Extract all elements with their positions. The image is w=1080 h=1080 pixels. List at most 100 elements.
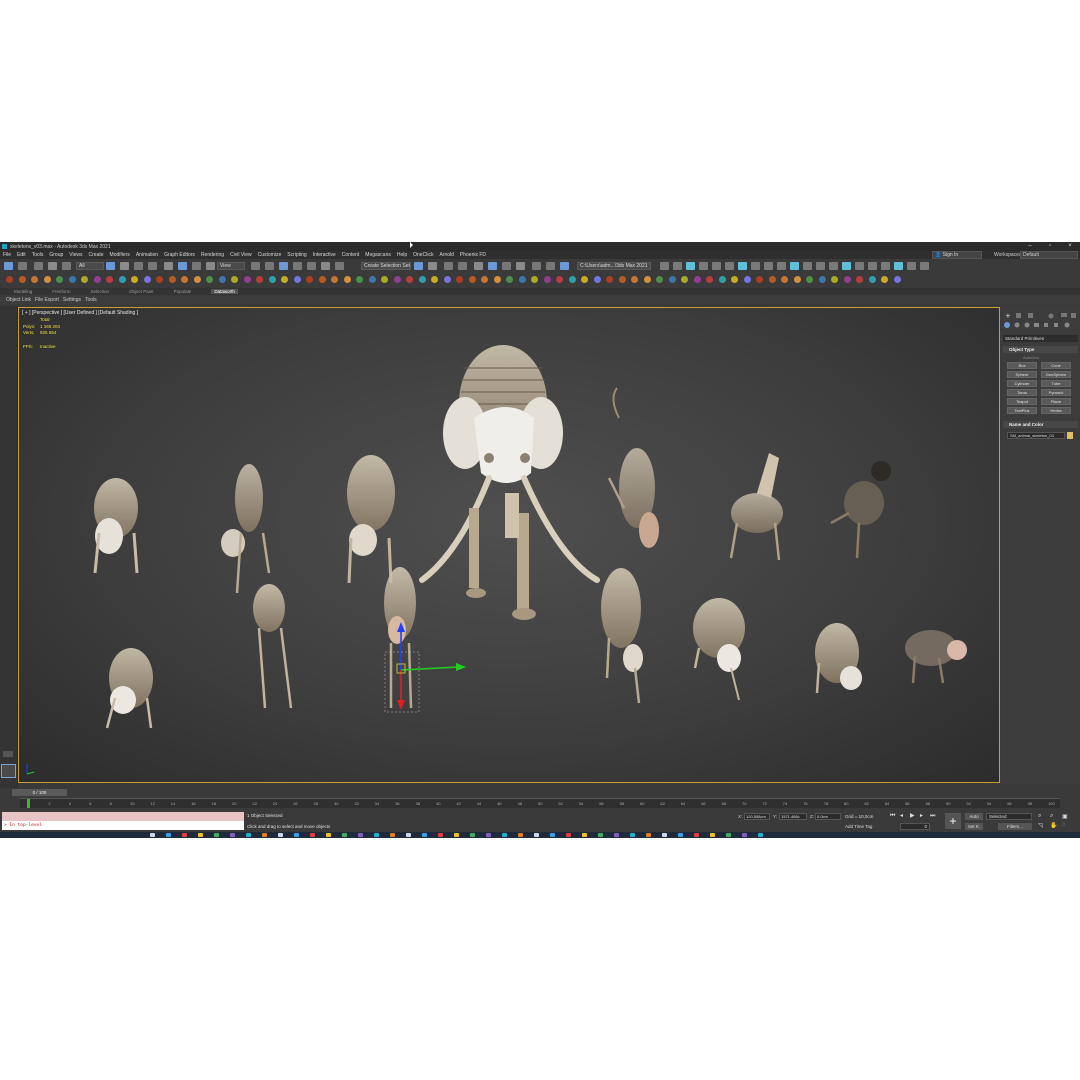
- menu-scripting[interactable]: Scripting: [287, 252, 306, 258]
- pan-icon[interactable]: ✋: [1050, 822, 1057, 829]
- toolbar-tool-icon[interactable]: [193, 276, 201, 283]
- skeleton-11[interactable]: [693, 598, 745, 701]
- reference-coordinate-dropdown[interactable]: View: [217, 262, 245, 270]
- time-slider[interactable]: 0 / 100: [12, 789, 67, 796]
- toolbar-tool-icon[interactable]: [894, 262, 903, 270]
- helpers-icon[interactable]: [1044, 323, 1048, 327]
- tube-button[interactable]: Tube: [1041, 380, 1071, 387]
- render-setup-icon[interactable]: [516, 262, 525, 270]
- go-to-end-icon[interactable]: ⏭: [930, 813, 935, 820]
- hedra-button[interactable]: Hedra: [1041, 407, 1071, 414]
- toolbar-tool-icon[interactable]: [693, 276, 701, 283]
- angle-snap-icon[interactable]: [293, 262, 302, 270]
- menu-arnold[interactable]: Arnold: [439, 252, 453, 258]
- toolbar-tool-icon[interactable]: [920, 262, 929, 270]
- zoom-extents-icon[interactable]: ▣: [1062, 813, 1068, 820]
- toolbar-tool-icon[interactable]: [881, 276, 888, 283]
- toolbar-tool-icon[interactable]: [656, 276, 663, 283]
- toolbar-tool-icon[interactable]: [481, 276, 488, 283]
- toolbar-tool-icon[interactable]: [231, 276, 238, 283]
- redo-icon[interactable]: [18, 262, 27, 270]
- undo-icon[interactable]: [560, 262, 569, 270]
- bind-spacewarp-icon[interactable]: [62, 262, 71, 270]
- taskbar-app-icon[interactable]: [566, 833, 571, 837]
- sign-in-button[interactable]: 👤 Sign In: [932, 251, 982, 259]
- toolbar-tool-icon[interactable]: [868, 276, 876, 283]
- skeleton-2[interactable]: [221, 464, 271, 594]
- snap-icon[interactable]: [279, 262, 288, 270]
- project-folder-dropdown[interactable]: C:\Users\adm...\3ds Max 2021: [577, 262, 651, 270]
- taskbar-app-icon[interactable]: [518, 833, 523, 837]
- toolbar-tool-icon[interactable]: [831, 276, 838, 283]
- taskbar-app-icon[interactable]: [678, 833, 683, 837]
- taskbar-app-icon[interactable]: [598, 833, 603, 837]
- taskbar-app-icon[interactable]: [182, 833, 187, 837]
- menu-animation[interactable]: Animation: [136, 252, 158, 258]
- maxscript-listener-input[interactable]: > In top-level: [2, 821, 244, 830]
- geosphere-button[interactable]: GeoSphere: [1041, 371, 1071, 378]
- toolbar-tool-icon[interactable]: [543, 276, 551, 283]
- material-editor-icon[interactable]: [502, 262, 511, 270]
- unlink-icon[interactable]: [48, 262, 57, 270]
- toolbar-tool-icon[interactable]: [243, 276, 251, 283]
- taskbar-app-icon[interactable]: [406, 833, 411, 837]
- toolbar-tool-icon[interactable]: [206, 276, 213, 283]
- toolbar-tool-icon[interactable]: [381, 276, 388, 283]
- taskbar-app-icon[interactable]: [758, 833, 763, 837]
- menu-phoenix-fd[interactable]: Phoenix FD: [460, 252, 486, 258]
- taskbar-app-icon[interactable]: [454, 833, 459, 837]
- spinner-snap-icon[interactable]: [321, 262, 330, 270]
- toolbar-tool-icon[interactable]: [356, 276, 363, 283]
- menu-rendering[interactable]: Rendering: [201, 252, 224, 258]
- autogrid-checkbox[interactable]: AutoGrid: [1023, 355, 1039, 360]
- taskbar-app-icon[interactable]: [214, 833, 219, 837]
- taskbar-app-icon[interactable]: [310, 833, 315, 837]
- menu-create[interactable]: Create: [89, 252, 104, 258]
- toolbar-tool-icon[interactable]: [431, 276, 438, 283]
- taskbar-app-icon[interactable]: [374, 833, 379, 837]
- toolbar-tool-icon[interactable]: [712, 262, 721, 270]
- viewport-layout-thumbnail[interactable]: [1, 764, 16, 778]
- taskbar-app-icon[interactable]: [150, 833, 155, 837]
- menu-file[interactable]: File: [3, 252, 11, 258]
- percent-snap-icon[interactable]: [307, 262, 316, 270]
- toolbar-tool-icon[interactable]: [699, 262, 708, 270]
- toolbar-tool-icon[interactable]: [793, 276, 801, 283]
- toolbar-tool-icon[interactable]: [6, 276, 13, 283]
- toolbar-tool-icon[interactable]: [706, 276, 713, 283]
- skeleton-5[interactable]: [729, 453, 783, 561]
- modify-tab-icon[interactable]: [1016, 313, 1021, 318]
- taskbar-app-icon[interactable]: [166, 833, 171, 837]
- selection-filter-dropdown[interactable]: All: [76, 262, 104, 270]
- taskbar-app-icon[interactable]: [198, 833, 203, 837]
- taskbar-app-icon[interactable]: [550, 833, 555, 837]
- taskbar-app-icon[interactable]: [326, 833, 331, 837]
- toolbar-tool-icon[interactable]: [818, 276, 826, 283]
- taskbar-app-icon[interactable]: [662, 833, 667, 837]
- toolbar-tool-icon[interactable]: [118, 276, 126, 283]
- toolbar-tool-icon[interactable]: [156, 276, 163, 283]
- set-key-button[interactable]: Set K.: [965, 823, 983, 830]
- primitive-category-dropdown[interactable]: Standard Primitives: [1003, 335, 1078, 342]
- motion-tab-icon[interactable]: [1048, 313, 1054, 319]
- toolbar-tool-icon[interactable]: [418, 276, 426, 283]
- taskbar-app-icon[interactable]: [710, 833, 715, 837]
- perspective-viewport[interactable]: [ + ] [Perspective ] [User Defined ] [De…: [18, 307, 1000, 783]
- track-bar[interactable]: 0246810121416182022242628303234363840424…: [20, 798, 1060, 808]
- previous-frame-icon[interactable]: ◂: [900, 813, 903, 820]
- toolbar-tool-icon[interactable]: [907, 262, 916, 270]
- x-coordinate-field[interactable]: 120,558cm: [744, 813, 770, 820]
- skeleton-3[interactable]: [347, 455, 395, 584]
- field-of-view-icon[interactable]: ◹: [1038, 822, 1043, 829]
- toolbar-tool-icon[interactable]: [518, 276, 526, 283]
- toggle-ribbon-icon[interactable]: [458, 262, 467, 270]
- toolbar-tool-icon[interactable]: [93, 276, 101, 283]
- skeleton-4[interactable]: [607, 387, 659, 548]
- menu-customize[interactable]: Customize: [258, 252, 282, 258]
- taskbar-app-icon[interactable]: [358, 833, 363, 837]
- menu-oneclick[interactable]: OneClick: [413, 252, 433, 258]
- name-and-color-rollout[interactable]: Name and Color: [1003, 421, 1078, 428]
- menu-content[interactable]: Content: [342, 252, 360, 258]
- taskbar-app-icon[interactable]: [694, 833, 699, 837]
- toolbar-tool-icon[interactable]: [143, 276, 151, 283]
